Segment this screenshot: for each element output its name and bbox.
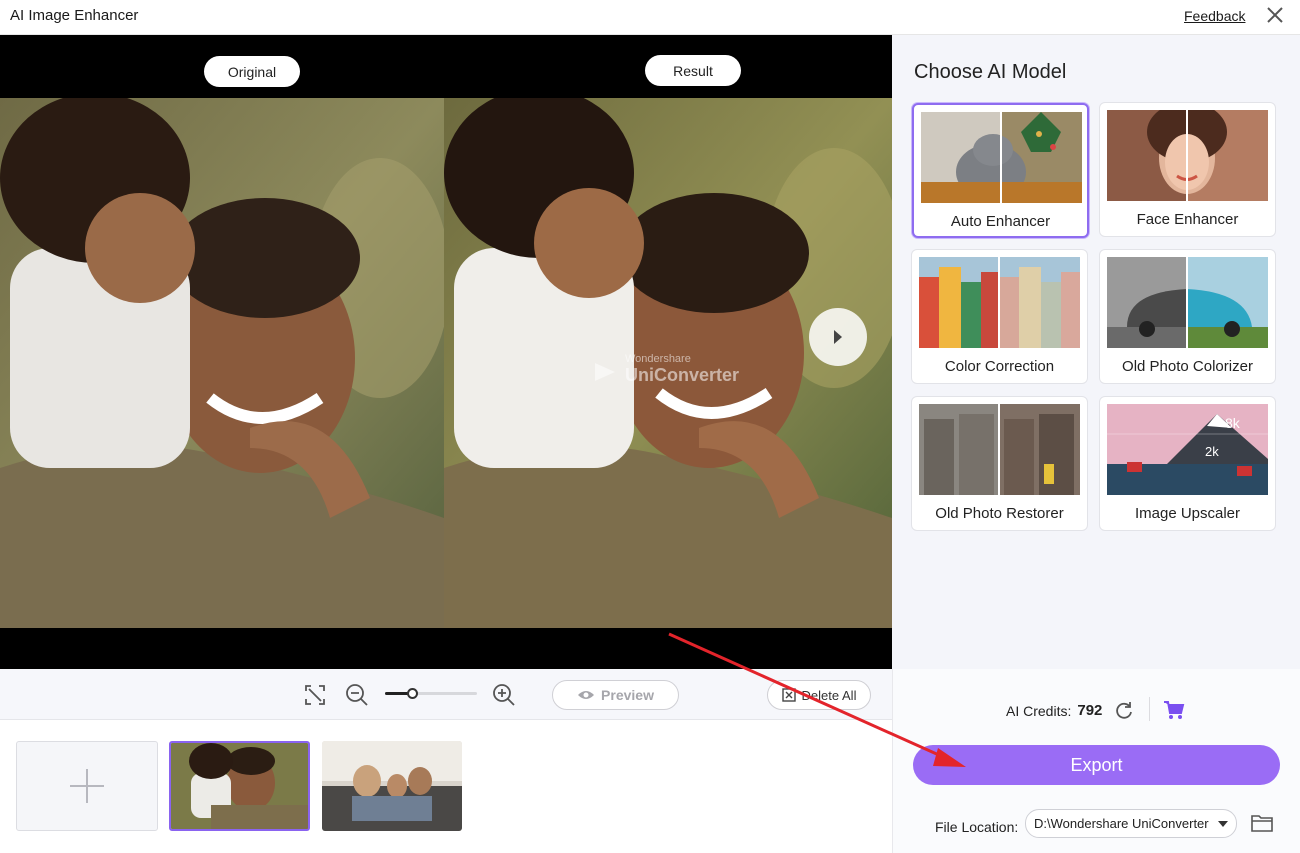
app-title: AI Image Enhancer bbox=[10, 7, 139, 24]
image-upscaler-preview: 8k 2k bbox=[1107, 404, 1268, 495]
zoom-slider-thumb[interactable] bbox=[406, 688, 418, 699]
model-card-image-upscaler[interactable]: 8k 2k Image Upscaler bbox=[1099, 396, 1276, 531]
panel-title: Choose AI Model bbox=[914, 61, 1067, 83]
upscaler-badge-8k: 8k bbox=[1225, 415, 1241, 431]
model-panel: Choose AI Model Auto Enhancer Face Enhan… bbox=[892, 35, 1300, 669]
title-bar: AI Image Enhancer Feedback bbox=[0, 0, 1300, 35]
preview-area: Original Result Wondershare UniConverter bbox=[0, 35, 892, 669]
model-card-old-photo-colorizer[interactable]: Old Photo Colorizer bbox=[1099, 249, 1276, 384]
preview-button-label: Preview bbox=[601, 687, 654, 703]
model-card-old-photo-restorer[interactable]: Old Photo Restorer bbox=[911, 396, 1088, 531]
model-card-auto-enhancer[interactable]: Auto Enhancer bbox=[912, 103, 1089, 238]
file-location-label: File Location: bbox=[935, 819, 1019, 835]
color-correction-preview bbox=[919, 257, 1080, 348]
fit-screen-icon[interactable] bbox=[303, 683, 327, 707]
next-arrow-icon bbox=[834, 330, 842, 344]
model-label: Face Enhancer bbox=[1136, 211, 1239, 228]
face-enhancer-preview bbox=[1107, 110, 1268, 201]
file-location-value: D:\Wondershare UniConverter bbox=[1034, 816, 1209, 831]
cart-icon[interactable] bbox=[1163, 699, 1185, 721]
thumbnail-father-child[interactable] bbox=[169, 741, 310, 831]
thumbnail-family-sofa[interactable] bbox=[322, 741, 462, 831]
feedback-link[interactable]: Feedback bbox=[1184, 8, 1245, 24]
next-image-button[interactable] bbox=[809, 308, 867, 366]
model-card-face-enhancer[interactable]: Face Enhancer bbox=[1099, 102, 1276, 237]
result-label: Result bbox=[645, 55, 741, 86]
delete-all-label: Delete All bbox=[801, 687, 857, 703]
auto-enhancer-preview bbox=[921, 112, 1082, 203]
export-button[interactable]: Export bbox=[913, 745, 1280, 785]
model-label: Image Upscaler bbox=[1134, 505, 1241, 522]
export-footer: AI Credits: 792 Export File Location: D:… bbox=[892, 669, 1300, 853]
upscaler-badge-2k: 2k bbox=[1205, 444, 1219, 459]
model-label: Auto Enhancer bbox=[950, 213, 1051, 230]
close-icon[interactable] bbox=[1264, 4, 1286, 26]
model-label: Old Photo Restorer bbox=[935, 505, 1064, 522]
uniconverter-logo-icon bbox=[595, 363, 615, 381]
watermark-brand: Wondershare bbox=[625, 353, 691, 365]
zoom-slider[interactable] bbox=[385, 692, 477, 695]
divider bbox=[1149, 697, 1150, 721]
add-image-button[interactable] bbox=[16, 741, 158, 831]
original-label: Original bbox=[204, 56, 300, 87]
thumbnail-strip bbox=[0, 720, 892, 853]
zoom-out-icon[interactable] bbox=[345, 683, 369, 707]
model-label: Old Photo Colorizer bbox=[1122, 358, 1253, 375]
ai-credits: AI Credits: 792 bbox=[1006, 702, 1102, 719]
file-location-select[interactable]: D:\Wondershare UniConverter bbox=[1025, 809, 1237, 838]
folder-icon[interactable] bbox=[1250, 812, 1274, 834]
ai-credits-value: 792 bbox=[1077, 702, 1103, 719]
watermark-product: UniConverter bbox=[625, 365, 740, 385]
preview-button[interactable]: Preview bbox=[552, 680, 679, 710]
add-icon bbox=[70, 769, 104, 803]
model-label: Color Correction bbox=[944, 358, 1055, 375]
refresh-icon[interactable] bbox=[1113, 699, 1135, 721]
preview-toolbar: Preview Delete All bbox=[0, 669, 892, 720]
delete-icon bbox=[781, 688, 796, 702]
original-image bbox=[0, 98, 444, 628]
ai-credits-label: AI Credits: bbox=[1006, 702, 1072, 719]
zoom-in-icon[interactable] bbox=[492, 683, 516, 707]
model-card-color-correction[interactable]: Color Correction bbox=[911, 249, 1088, 384]
old-photo-restorer-preview bbox=[919, 404, 1080, 495]
eye-icon bbox=[578, 691, 595, 699]
watermark: Wondershare UniConverter bbox=[593, 353, 739, 386]
chevron-down-icon bbox=[1218, 821, 1228, 827]
delete-all-button[interactable]: Delete All bbox=[767, 680, 871, 710]
old-photo-colorizer-preview bbox=[1107, 257, 1268, 348]
